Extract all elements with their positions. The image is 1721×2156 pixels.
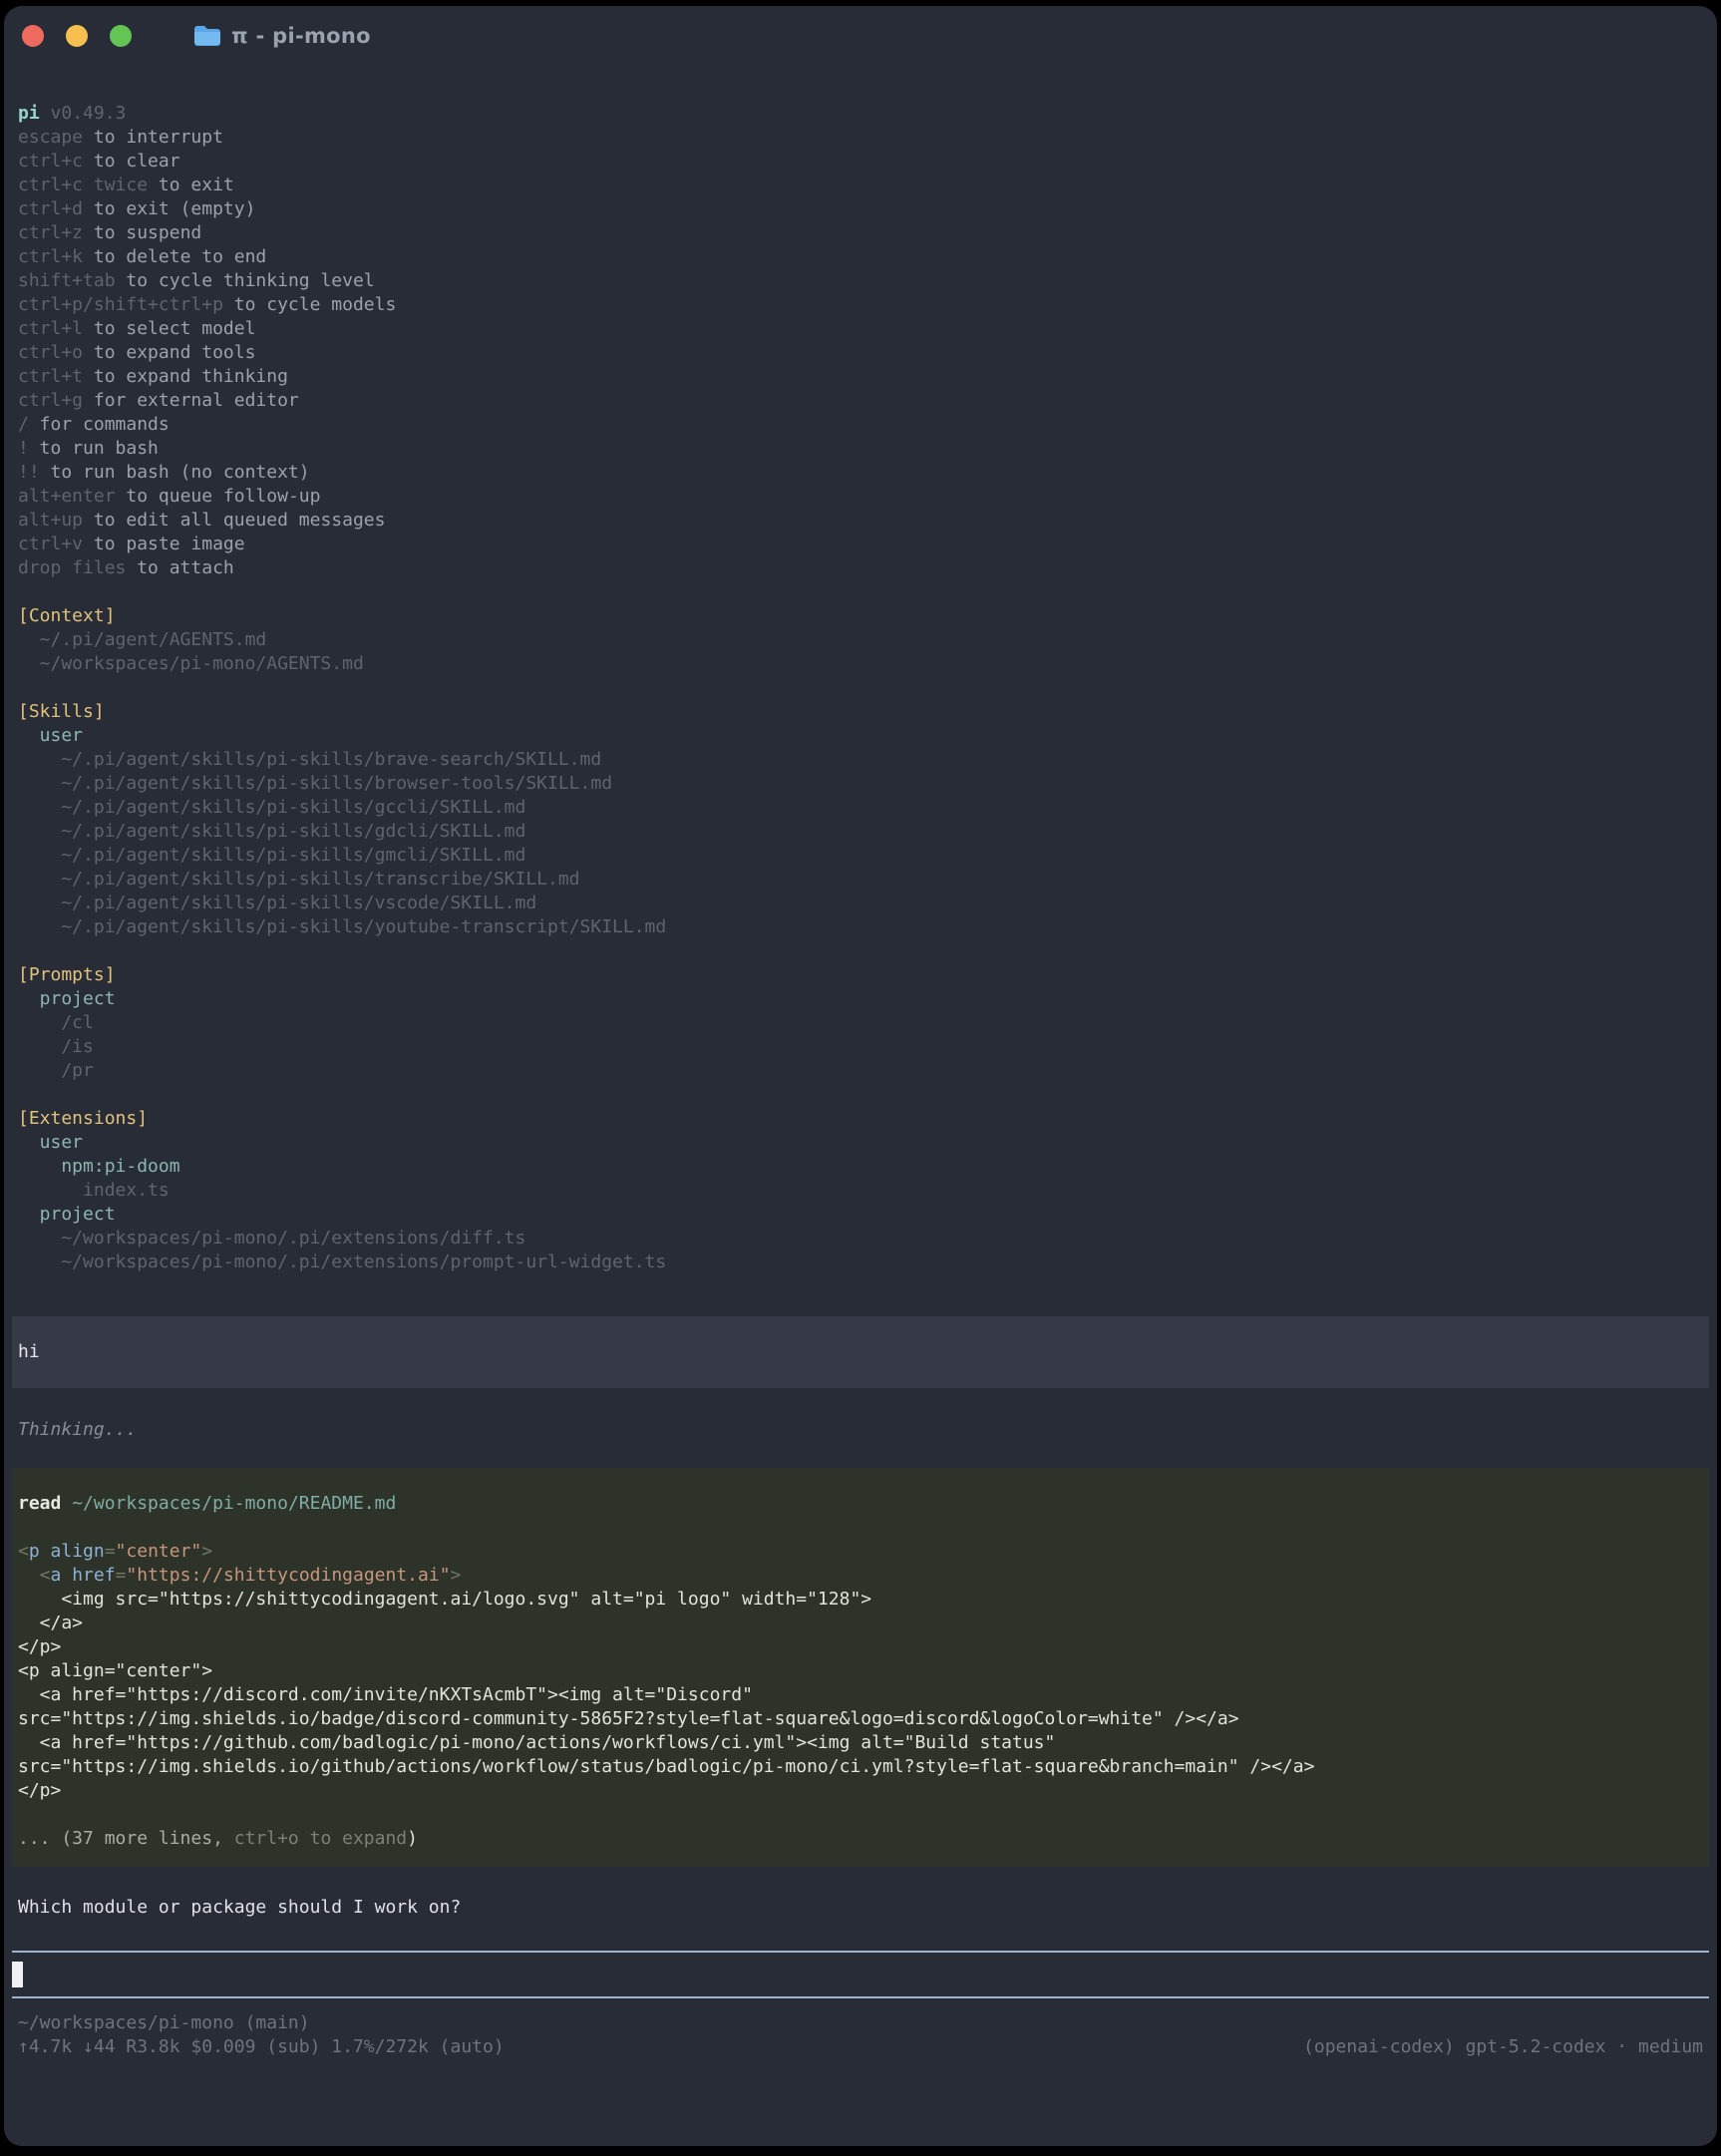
help-line: alt+enter to queue follow-up — [18, 485, 1703, 509]
help-line: ctrl+k to delete to end — [18, 245, 1703, 269]
code-line: src="https://img.shields.io/badge/discor… — [18, 1707, 1703, 1731]
extension-row: user — [18, 1131, 1703, 1155]
minimize-window-button[interactable] — [66, 25, 88, 47]
extension-row: ~/workspaces/pi-mono/.pi/extensions/diff… — [18, 1227, 1703, 1251]
extension-row: index.ts — [18, 1179, 1703, 1203]
code-line: </a> — [18, 1612, 1703, 1635]
help-line: ctrl+z to suspend — [18, 221, 1703, 245]
skill-file-path: ~/.pi/agent/skills/pi-skills/vscode/SKIL… — [18, 892, 1703, 915]
skill-file-path: ~/.pi/agent/skills/pi-skills/browser-too… — [18, 772, 1703, 796]
extensions-section-header: [Extensions] — [18, 1107, 1703, 1131]
help-line: ctrl+t to expand thinking — [18, 365, 1703, 389]
help-line: ctrl+o to expand tools — [18, 341, 1703, 365]
close-window-button[interactable] — [22, 25, 44, 47]
status-bar: ~/workspaces/pi-mono (main) ↑4.7k ↓44 R3… — [18, 2011, 1703, 2059]
skill-file-path: ~/.pi/agent/skills/pi-skills/transcribe/… — [18, 868, 1703, 892]
truncation-note: ... (37 more lines, ctrl+o to expand) — [18, 1827, 1703, 1851]
assistant-message: Which module or package should I work on… — [18, 1896, 1703, 1920]
skills-group-label: user — [18, 724, 1703, 748]
extension-row: project — [18, 1203, 1703, 1227]
input-divider-bottom — [12, 1996, 1709, 1998]
code-line: <a href="https://github.com/badlogic/pi-… — [18, 1731, 1703, 1755]
tool-call-header: read ~/workspaces/pi-mono/README.md — [18, 1492, 1703, 1516]
text-cursor — [12, 1962, 23, 1987]
context-file-list: ~/.pi/agent/AGENTS.md~/workspaces/pi-mon… — [18, 628, 1703, 676]
prompt-input[interactable] — [12, 1953, 1709, 1996]
context-file-path: ~/.pi/agent/AGENTS.md — [18, 628, 1703, 652]
help-line: ! to run bash — [18, 437, 1703, 461]
prompt-command: /cl — [18, 1011, 1703, 1035]
code-line: <a href="https://discord.com/invite/nKXT… — [18, 1683, 1703, 1707]
app-version-line: pi v0.49.3 — [18, 102, 1703, 126]
tool-call-read-block: read ~/workspaces/pi-mono/README.md <p a… — [12, 1468, 1709, 1867]
context-section-header: [Context] — [18, 604, 1703, 628]
skills-file-list: ~/.pi/agent/skills/pi-skills/brave-searc… — [18, 748, 1703, 939]
help-line: ctrl+c twice to exit — [18, 174, 1703, 197]
help-line: shift+tab to cycle thinking level — [18, 269, 1703, 293]
prompt-command: /pr — [18, 1059, 1703, 1083]
help-line: ctrl+d to exit (empty) — [18, 197, 1703, 221]
code-line: </p> — [18, 1779, 1703, 1803]
help-line: escape to interrupt — [18, 126, 1703, 150]
code-line: </p> — [18, 1635, 1703, 1659]
help-line: ctrl+g for external editor — [18, 389, 1703, 413]
code-line: <p align="center"> — [18, 1659, 1703, 1683]
extension-row: ~/workspaces/pi-mono/.pi/extensions/prom… — [18, 1251, 1703, 1274]
help-line: ctrl+l to select model — [18, 317, 1703, 341]
window-titlebar: π - pi-mono — [4, 6, 1717, 66]
code-line: <p align="center"> — [18, 1540, 1703, 1564]
file-preview-code: <p align="center"> <a href="https://shit… — [18, 1540, 1703, 1803]
skill-file-path: ~/.pi/agent/skills/pi-skills/gccli/SKILL… — [18, 796, 1703, 820]
prompts-list: /cl/is/pr — [18, 1011, 1703, 1083]
skill-file-path: ~/.pi/agent/skills/pi-skills/brave-searc… — [18, 748, 1703, 772]
terminal-window: π - pi-mono pi v0.49.3 escape to interru… — [4, 6, 1717, 2146]
status-cwd: ~/workspaces/pi-mono (main) — [18, 2011, 1703, 2035]
status-token-stats: ↑4.7k ↓44 R3.8k $0.009 (sub) 1.7%/272k (… — [18, 2035, 505, 2059]
help-line: ctrl+v to paste image — [18, 533, 1703, 556]
app-name: pi — [18, 103, 40, 124]
prompts-group-label: project — [18, 987, 1703, 1011]
help-line: !! to run bash (no context) — [18, 461, 1703, 485]
code-line: src="https://img.shields.io/github/actio… — [18, 1755, 1703, 1779]
help-line: ctrl+p/shift+ctrl+p to cycle models — [18, 293, 1703, 317]
skill-file-path: ~/.pi/agent/skills/pi-skills/gmcli/SKILL… — [18, 844, 1703, 868]
skills-section-header: [Skills] — [18, 700, 1703, 724]
help-line: / for commands — [18, 413, 1703, 437]
code-line: <img src="https://shittycodingagent.ai/l… — [18, 1588, 1703, 1612]
tool-argument-path: ~/workspaces/pi-mono/README.md — [72, 1493, 396, 1514]
code-line: <a href="https://shittycodingagent.ai"> — [18, 1564, 1703, 1588]
help-line: drop files to attach — [18, 556, 1703, 580]
window-title: π - pi-mono — [231, 24, 371, 48]
skill-file-path: ~/.pi/agent/skills/pi-skills/gdcli/SKILL… — [18, 820, 1703, 844]
thinking-indicator: Thinking... — [18, 1418, 1703, 1442]
keyboard-shortcuts-help: escape to interruptctrl+c to clearctrl+c… — [18, 126, 1703, 580]
extension-row: npm:pi-doom — [18, 1155, 1703, 1179]
user-message-bubble: hi — [12, 1316, 1709, 1388]
help-line: alt+up to edit all queued messages — [18, 509, 1703, 533]
folder-icon — [193, 25, 221, 47]
tool-name: read — [18, 1493, 61, 1514]
app-version: v0.49.3 — [51, 103, 127, 124]
extensions-list: usernpm:pi-doomindex.tsproject~/workspac… — [18, 1131, 1703, 1274]
help-line: ctrl+c to clear — [18, 150, 1703, 174]
terminal-output: pi v0.49.3 escape to interruptctrl+c to … — [4, 66, 1717, 1274]
prompt-command: /is — [18, 1035, 1703, 1059]
prompts-section-header: [Prompts] — [18, 963, 1703, 987]
skill-file-path: ~/.pi/agent/skills/pi-skills/youtube-tra… — [18, 915, 1703, 939]
maximize-window-button[interactable] — [110, 25, 132, 47]
status-model-info: (openai-codex) gpt-5.2-codex · medium — [1303, 2035, 1703, 2059]
context-file-path: ~/workspaces/pi-mono/AGENTS.md — [18, 652, 1703, 676]
